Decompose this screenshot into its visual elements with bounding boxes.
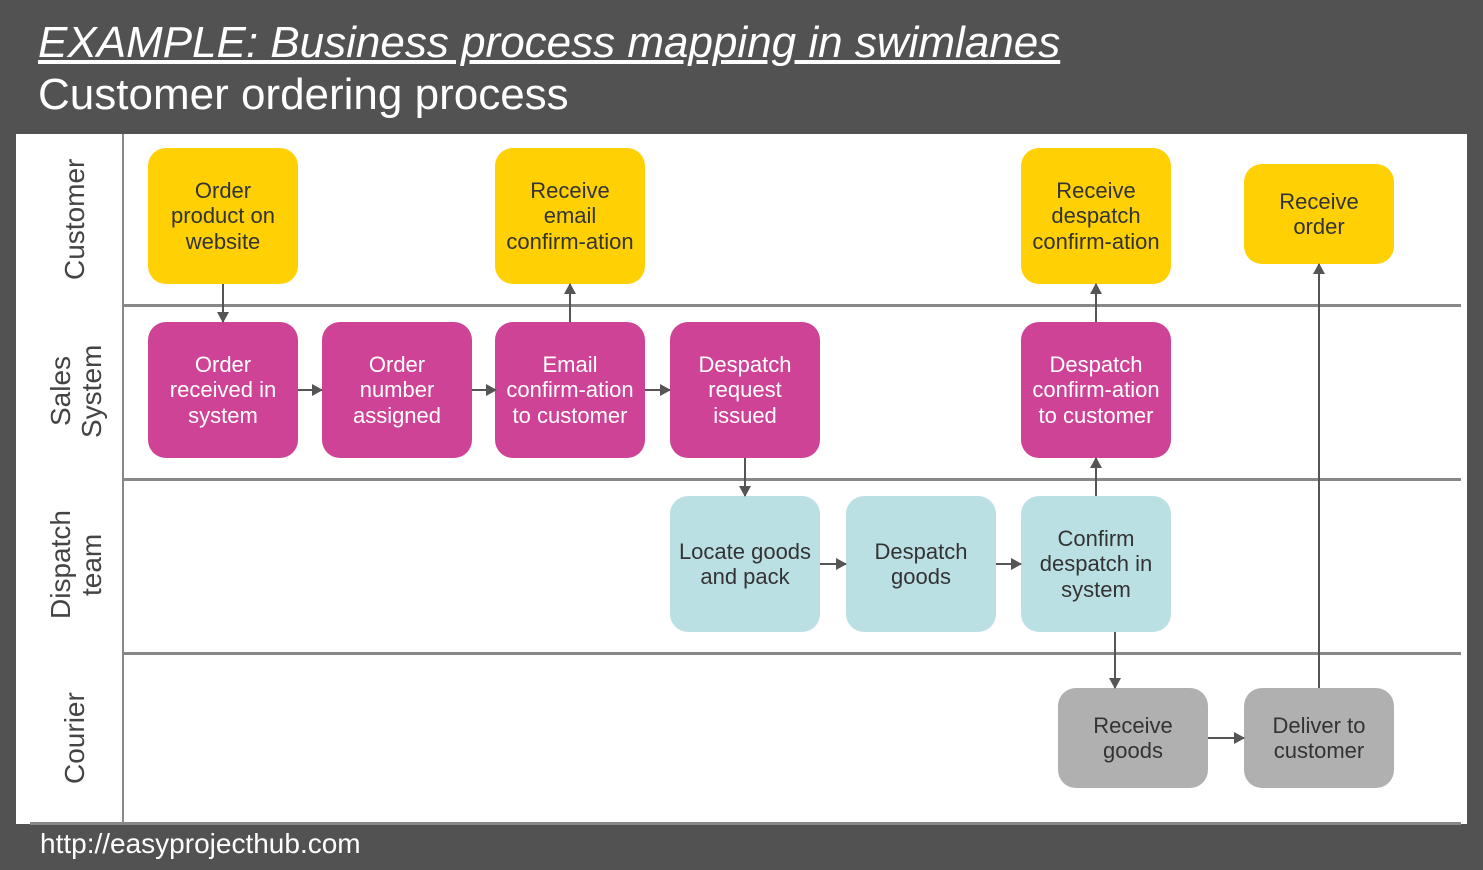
node-email-confirmation-customer: Email confirm-ation to customer (495, 322, 645, 458)
node-order-received-system: Order received in system (148, 322, 298, 458)
arrow-c1-s1 (222, 284, 224, 322)
arrow-s1-s2 (298, 389, 322, 391)
arrow-s3-c2 (569, 284, 571, 322)
arrow-d2-d3 (996, 563, 1021, 565)
node-receive-despatch-confirmation: Receive despatch confirm-ation (1021, 148, 1171, 284)
slide-title: EXAMPLE: Business process mapping in swi… (14, 14, 1469, 68)
arrow-d1-d2 (820, 563, 846, 565)
footer-url: http://easyprojecthub.com (40, 828, 361, 860)
node-locate-goods-pack: Locate goods and pack (670, 496, 820, 632)
slide-subtitle: Customer ordering process (14, 70, 1469, 120)
swimlane-diagram: Customer Sales System Dispatch team Cour… (16, 134, 1467, 824)
node-deliver-to-customer: Deliver to customer (1244, 688, 1394, 788)
lane-label-customer: Customer (60, 134, 91, 304)
lane-label-courier: Courier (60, 652, 91, 824)
lane-divider (122, 652, 1461, 655)
node-receive-order: Receive order (1244, 164, 1394, 264)
arrow-s5-c3 (1095, 284, 1097, 322)
diagram-frame: EXAMPLE: Business process mapping in swi… (0, 0, 1483, 870)
lane-label-dispatch-team: Dispatch team (46, 478, 108, 652)
node-receive-goods: Receive goods (1058, 688, 1208, 788)
node-order-product-website: Order product on website (148, 148, 298, 284)
node-order-number-assigned: Order number assigned (322, 322, 472, 458)
arrow-d3-r1 (1114, 632, 1116, 688)
arrow-s4-d1 (744, 458, 746, 496)
lane-label-sales-system: Sales System (46, 304, 108, 478)
node-despatch-goods: Despatch goods (846, 496, 996, 632)
lane-bottom-line (30, 822, 1461, 825)
arrow-r1-r2 (1208, 737, 1244, 739)
node-receive-email-confirmation: Receive email confirm-ation (495, 148, 645, 284)
node-despatch-confirmation-customer: Despatch confirm-ation to customer (1021, 322, 1171, 458)
arrow-s2-s3 (472, 389, 496, 391)
node-confirm-despatch-system: Confirm despatch in system (1021, 496, 1171, 632)
arrow-r2-c4 (1318, 264, 1320, 688)
arrow-d3-s5 (1095, 458, 1097, 496)
lane-divider (122, 304, 1461, 307)
arrow-s3-s4 (645, 389, 670, 391)
node-despatch-request-issued: Despatch request issued (670, 322, 820, 458)
lane-divider (122, 478, 1461, 481)
